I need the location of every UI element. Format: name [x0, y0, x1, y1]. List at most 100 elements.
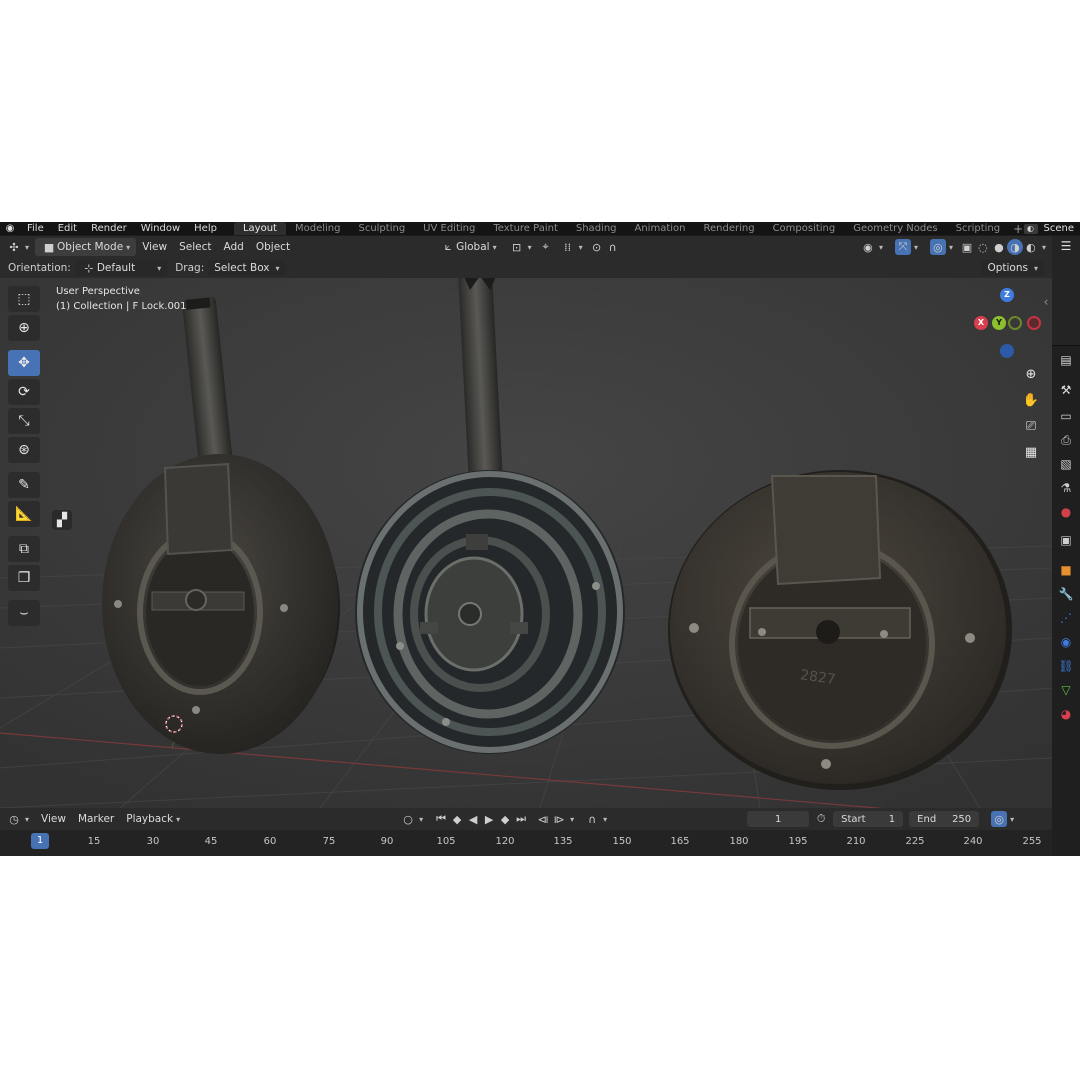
move-tool-icon[interactable]: ✥	[8, 350, 40, 376]
gizmo-z-axis[interactable]: Z	[1000, 288, 1014, 302]
auto-keying-icon[interactable]: ○	[400, 811, 416, 827]
menu-help[interactable]: Help	[187, 222, 224, 235]
play-reverse-icon[interactable]: ◀	[465, 811, 481, 827]
current-frame-marker[interactable]: 1	[31, 833, 49, 849]
menu-edit[interactable]: Edit	[51, 222, 84, 235]
material-properties-icon[interactable]: ◕	[1058, 706, 1074, 722]
wireframe-shading-icon[interactable]: ◌	[975, 239, 991, 255]
gizmo-neg-y-axis[interactable]	[1008, 316, 1022, 330]
menu-file[interactable]: File	[20, 222, 51, 235]
camera-icon[interactable]: ⎚	[1021, 416, 1041, 436]
timeline-ruler[interactable]: 1 15 30 45 60 75 90 105 120 135 150 165 …	[0, 830, 1052, 856]
stopwatch-icon[interactable]: ⏱	[813, 811, 829, 827]
next-keyframe-icon[interactable]: ◆	[497, 811, 513, 827]
menu-add[interactable]: Add	[218, 238, 250, 256]
rendered-shading-icon[interactable]: ◐	[1023, 239, 1039, 255]
editor-type-button[interactable]: ✣ ▾	[0, 238, 35, 256]
tab-shading[interactable]: Shading	[567, 222, 626, 235]
chevron-down-icon[interactable]: ▾	[603, 815, 607, 824]
transform-tool-icon[interactable]: ⊛	[8, 437, 40, 463]
physics-icon[interactable]: ◉	[1058, 634, 1074, 650]
blender-logo-icon[interactable]: ◉	[0, 222, 20, 235]
snap-icon[interactable]: ⌖	[538, 239, 554, 255]
tab-compositing[interactable]: Compositing	[764, 222, 845, 235]
tab-rendering[interactable]: Rendering	[694, 222, 763, 235]
material-shading-icon[interactable]: ◑	[1006, 239, 1023, 255]
timeline-menu-view[interactable]: View	[35, 810, 72, 828]
start-frame-field[interactable]: Start 1	[833, 811, 904, 827]
properties-toggle-icon[interactable]: ▤	[1058, 352, 1074, 368]
collection-properties-icon[interactable]: ▣	[1058, 532, 1074, 548]
menu-object[interactable]: Object	[250, 238, 296, 256]
render-properties-icon[interactable]: ▭	[1058, 408, 1074, 424]
solid-shading-icon[interactable]: ●	[991, 239, 1007, 255]
gizmo-toggle-button[interactable]: ⤧ ▾	[889, 238, 924, 256]
modifier-properties-icon[interactable]: 🔧	[1058, 586, 1074, 602]
timeline-menu-marker[interactable]: Marker	[72, 810, 120, 828]
drag-dropdown[interactable]: Select Box ▾	[208, 260, 286, 276]
annotate-tool-icon[interactable]: ✎	[8, 472, 40, 498]
outliner-icon[interactable]: ☰	[1058, 238, 1074, 254]
output-properties-icon[interactable]: ⎙	[1058, 432, 1074, 448]
sidebar-toggle-icon[interactable]: ‹	[1040, 292, 1052, 312]
data-properties-icon[interactable]: ▽	[1058, 682, 1074, 698]
timeline-menu-playback[interactable]: Playback ▾	[120, 810, 186, 828]
orientation-dropdown[interactable]: ⊹ Default ▾	[74, 260, 168, 276]
play-icon[interactable]: ▶	[481, 811, 497, 827]
particles-icon[interactable]: ⋰	[1058, 610, 1074, 626]
snap-magnet-icon[interactable]: ∩	[584, 811, 600, 827]
snap-target-button[interactable]: ⁞⁞ ▾	[554, 238, 589, 256]
jump-end-icon[interactable]: ⏭	[513, 811, 529, 827]
transform-orientation-dropdown[interactable]: ⟀ Global ▾	[434, 238, 503, 256]
menu-render[interactable]: Render	[84, 222, 134, 235]
menu-window[interactable]: Window	[134, 222, 187, 235]
tab-modeling[interactable]: Modeling	[286, 222, 350, 235]
tab-geometry-nodes[interactable]: Geometry Nodes	[844, 222, 946, 235]
current-frame-field[interactable]: 1	[747, 811, 810, 827]
timeline-editor-type-button[interactable]: ◷ ▾	[0, 810, 35, 828]
mode-dropdown[interactable]: ■ Object Mode ▾	[35, 238, 137, 256]
falloff-icon[interactable]: ∩	[605, 239, 621, 255]
timeline-overlay-icon[interactable]: ◎	[991, 811, 1008, 827]
options-dropdown[interactable]: Options ▾	[981, 260, 1044, 276]
tab-animation[interactable]: Animation	[626, 222, 695, 235]
scene-properties-icon[interactable]: ⚗	[1058, 480, 1074, 496]
gizmo-y-axis[interactable]: Y	[992, 316, 1006, 330]
tool-properties-icon[interactable]: ⚒	[1058, 382, 1074, 398]
menu-select[interactable]: Select	[173, 238, 217, 256]
gizmo-x-axis[interactable]: X	[974, 316, 988, 330]
tab-scripting[interactable]: Scripting	[947, 222, 1009, 235]
menu-view[interactable]: View	[136, 238, 173, 256]
visibility-button[interactable]: ◉ ▾	[854, 238, 889, 256]
rotate-tool-icon[interactable]: ⟳	[8, 379, 40, 405]
select-box-tool-icon[interactable]: ⬚	[8, 286, 40, 312]
object-properties-icon[interactable]: ■	[1058, 562, 1074, 578]
add-cube-tool-icon[interactable]: ⧉	[8, 536, 40, 562]
grid-projection-icon[interactable]: ▦	[1021, 442, 1041, 462]
tab-uv-editing[interactable]: UV Editing	[414, 222, 484, 235]
chevron-down-icon[interactable]: ▾	[419, 815, 423, 824]
scene-selector[interactable]: ◐ Scene	[1023, 222, 1080, 235]
tab-layout[interactable]: Layout	[233, 222, 286, 235]
pivot-point-button[interactable]: ⊡ ▾	[503, 238, 538, 256]
zoom-icon[interactable]: ⊕	[1021, 364, 1041, 384]
3d-viewport[interactable]: 2827 User Perspective (1) Collection | F…	[0, 278, 1052, 808]
chevron-down-icon[interactable]: ▾	[1042, 243, 1046, 252]
constraints-icon[interactable]: ⛓	[1058, 658, 1074, 674]
keyframe-prev-icon[interactable]: ⧏	[535, 811, 551, 827]
overlay-toggle-button[interactable]: ◎ ▾	[924, 238, 959, 256]
prev-keyframe-icon[interactable]: ◆	[449, 811, 465, 827]
world-properties-icon[interactable]: ●	[1058, 504, 1074, 520]
chevron-down-icon[interactable]: ▾	[1010, 815, 1014, 824]
cursor-tool-icon[interactable]: ⊕	[8, 315, 40, 341]
proportional-edit-icon[interactable]: ⊙	[589, 239, 605, 255]
checker-toggle-icon[interactable]: ▞	[52, 510, 72, 530]
gizmo-neg-z-axis[interactable]	[1000, 344, 1014, 358]
gizmo-neg-x-axis[interactable]	[1027, 316, 1041, 330]
xray-icon[interactable]: ▣	[959, 239, 975, 255]
tab-sculpting[interactable]: Sculpting	[349, 222, 414, 235]
view-layer-icon[interactable]: ▧	[1058, 456, 1074, 472]
chevron-down-icon[interactable]: ▾	[570, 815, 574, 824]
add-object-tool-icon[interactable]: ❐	[8, 565, 40, 591]
keyframe-next-icon[interactable]: ⧐	[551, 811, 567, 827]
